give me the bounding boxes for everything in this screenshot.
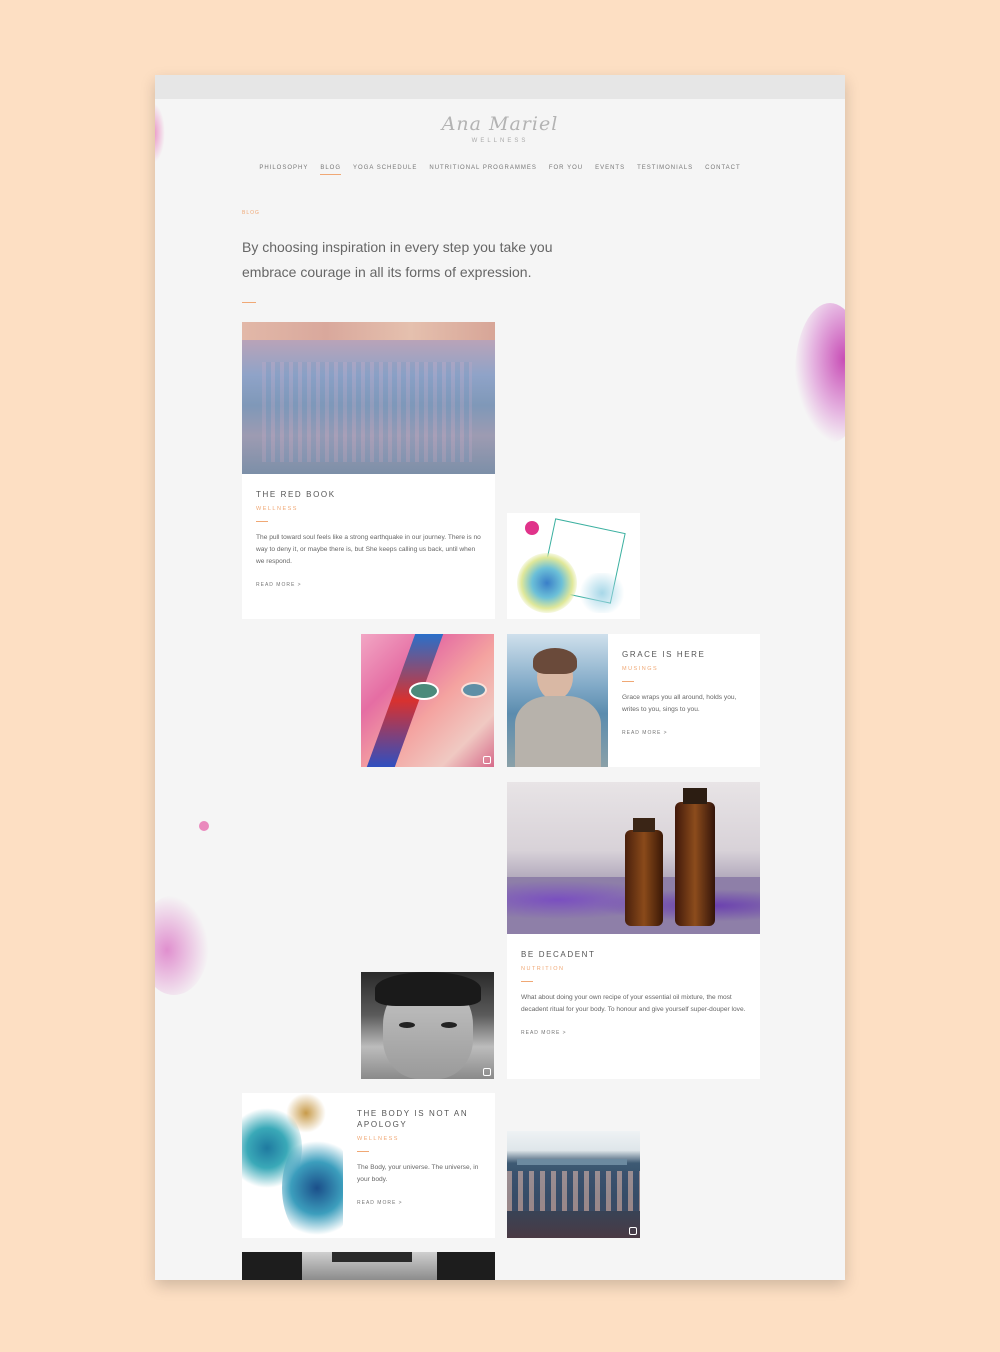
essential-oil-image[interactable] (507, 782, 760, 934)
browser-frame: Ana Mariel WELLNESS PHILOSOPHY BLOG YOGA… (155, 75, 845, 1280)
post-excerpt: Grace wraps you all around, holds you, w… (622, 694, 737, 713)
site-logo-subtitle: WELLNESS (471, 138, 529, 144)
nav-yoga-schedule[interactable]: YOGA SCHEDULE (353, 165, 417, 175)
post-category[interactable]: WELLNESS (357, 1136, 481, 1142)
grace-card: GRACE IS HERE MUSINGS Grace wraps you al… (608, 634, 760, 767)
post-excerpt: The Body, your universe. The universe, i… (357, 1164, 479, 1183)
page-eyebrow: BLOG (242, 210, 260, 216)
instagram-icon[interactable] (483, 1068, 491, 1076)
read-more-link[interactable]: READ MORE > (256, 582, 481, 588)
be-decadent-card: BE DECADENT NUTRITION What about doing y… (507, 934, 760, 1079)
next-post-image[interactable] (242, 1252, 495, 1280)
post-category[interactable]: MUSINGS (622, 666, 746, 672)
post-title[interactable]: GRACE IS HERE (622, 649, 746, 660)
nav-nutritional-programmes[interactable]: NUTRITIONAL PROGRAMMES (429, 165, 536, 175)
instagram-icon[interactable] (629, 1227, 637, 1235)
post-title[interactable]: THE BODY IS NOT AN APOLOGY (357, 1108, 481, 1130)
post-excerpt: What about doing your own recipe of your… (521, 994, 746, 1013)
read-more-link[interactable]: READ MORE > (622, 730, 746, 736)
body-apology-card: THE BODY IS NOT AN APOLOGY WELLNESS The … (343, 1093, 495, 1238)
post-divider (357, 1151, 369, 1152)
watercolor-splash-right (795, 303, 845, 443)
watercolor-splash-left (155, 895, 209, 995)
body-watercolor-image[interactable] (242, 1093, 343, 1238)
black-white-portrait-image[interactable] (361, 972, 494, 1079)
red-book-image[interactable] (242, 322, 495, 474)
event-crowd-image[interactable] (507, 1131, 640, 1238)
watercolor-illustration-image[interactable] (507, 513, 640, 619)
post-title[interactable]: BE DECADENT (521, 949, 746, 960)
site-logo[interactable]: Ana Mariel (155, 113, 845, 135)
nav-for-you[interactable]: FOR YOU (549, 165, 583, 175)
instagram-icon[interactable] (483, 756, 491, 764)
red-book-card: THE RED BOOK WELLNESS The pull toward so… (242, 474, 495, 619)
post-divider (521, 981, 533, 982)
nav-testimonials[interactable]: TESTIMONIALS (637, 165, 693, 175)
watercolor-drop-left (199, 821, 209, 831)
post-category[interactable]: WELLNESS (256, 506, 481, 512)
nav-contact[interactable]: CONTACT (705, 165, 741, 175)
nav-philosophy[interactable]: PHILOSOPHY (259, 165, 308, 175)
nav-events[interactable]: EVENTS (595, 165, 625, 175)
grace-portrait-image[interactable] (507, 634, 608, 767)
post-divider (256, 521, 268, 522)
browser-bar (155, 75, 845, 99)
post-category[interactable]: NUTRITION (521, 966, 746, 972)
nav-blog[interactable]: BLOG (320, 165, 341, 175)
main-nav: PHILOSOPHY BLOG YOGA SCHEDULE NUTRITIONA… (155, 165, 845, 175)
read-more-link[interactable]: READ MORE > (357, 1200, 481, 1206)
post-excerpt: The pull toward soul feels like a strong… (256, 534, 481, 565)
post-title[interactable]: THE RED BOOK (256, 489, 481, 500)
hero-text: By choosing inspiration in every step yo… (242, 239, 553, 280)
post-divider (622, 681, 634, 682)
hero-divider (242, 302, 256, 303)
lightning-face-painting-image[interactable] (361, 634, 494, 767)
read-more-link[interactable]: READ MORE > (521, 1030, 746, 1036)
